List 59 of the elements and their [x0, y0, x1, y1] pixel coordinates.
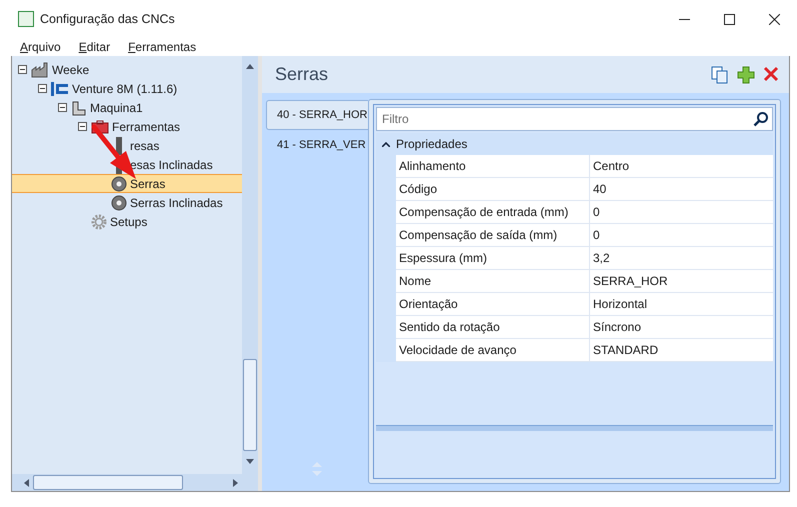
gear-icon	[91, 214, 107, 230]
property-value[interactable]: Síncrono	[590, 316, 773, 338]
property-name: Código	[396, 178, 590, 200]
property-name: Compensação de saída (mm)	[396, 224, 590, 246]
close-icon	[769, 14, 780, 24]
property-name: Orientação	[396, 293, 590, 315]
collapse-toggle[interactable]	[18, 65, 27, 74]
saw-blade-icon	[111, 176, 127, 192]
machine-icon	[71, 100, 87, 116]
scroll-up-icon[interactable]	[246, 64, 254, 69]
tree-item[interactable]: Weeke	[12, 60, 242, 79]
property-name: Espessura (mm)	[396, 247, 590, 269]
scrollbar-thumb[interactable]	[243, 359, 257, 451]
item-tab[interactable]: 40 - SERRA_HOR	[266, 100, 368, 130]
delete-icon[interactable]	[763, 66, 779, 82]
tree-item[interactable]: Maquina1	[12, 98, 242, 117]
saw-blade-icon	[111, 194, 127, 210]
factory-icon	[31, 62, 49, 78]
property-value[interactable]: Centro	[590, 155, 773, 177]
property-name: Nome	[396, 270, 590, 292]
collapse-icon[interactable]	[382, 142, 390, 146]
scroll-left-icon[interactable]	[24, 478, 29, 486]
property-value[interactable]: 3,2	[590, 247, 773, 269]
tree-item[interactable]: Venture 8M (1.11.6)	[12, 79, 242, 98]
item-tab[interactable]: 41 - SERRA_VER	[266, 130, 368, 160]
property-value[interactable]: Horizontal	[590, 293, 773, 315]
machine-logo-icon	[51, 82, 69, 96]
app-icon	[18, 11, 34, 27]
filter-field[interactable]: Filtro	[376, 107, 773, 131]
add-icon[interactable]	[737, 66, 755, 84]
property-name: Velocidade de avanço	[396, 339, 590, 361]
property-value[interactable]: SERRA_HOR	[590, 270, 773, 292]
collapse-toggle[interactable]	[58, 103, 67, 112]
menu-item[interactable]: Editar	[72, 40, 116, 54]
property-name: Compensação de entrada (mm)	[396, 201, 590, 223]
property-value[interactable]: 0	[590, 201, 773, 223]
tree-item[interactable]: Serras	[12, 174, 242, 193]
collapse-toggle[interactable]	[78, 122, 87, 131]
window-title: Configuração das CNCs	[40, 12, 175, 26]
copy-icon[interactable]	[711, 66, 729, 84]
collapse-toggle[interactable]	[38, 84, 47, 93]
menu-item[interactable]: Arquivo	[14, 40, 67, 54]
property-name: Sentido da rotação	[396, 316, 590, 338]
property-value[interactable]: 40	[590, 178, 773, 200]
tree-item[interactable]: resas	[12, 136, 242, 155]
scroll-right-icon[interactable]	[233, 478, 238, 486]
property-value[interactable]: STANDARD	[590, 339, 773, 361]
tree-item[interactable]: Ferramentas	[12, 117, 242, 136]
search-icon[interactable]	[753, 111, 769, 127]
property-value[interactable]: 0	[590, 224, 773, 246]
category-label: Propriedades	[396, 137, 468, 151]
tree-item[interactable]: Setups	[12, 212, 242, 231]
property-name: Alinhamento	[396, 155, 590, 177]
scroll-down-icon[interactable]	[246, 459, 254, 464]
tree-item[interactable]: Serras Inclinadas	[12, 193, 242, 212]
panel-title: Serras	[275, 64, 328, 85]
menu-item[interactable]: Ferramentas	[122, 40, 202, 54]
maximize-icon	[724, 14, 735, 24]
scrollbar-thumb[interactable]	[33, 475, 183, 490]
